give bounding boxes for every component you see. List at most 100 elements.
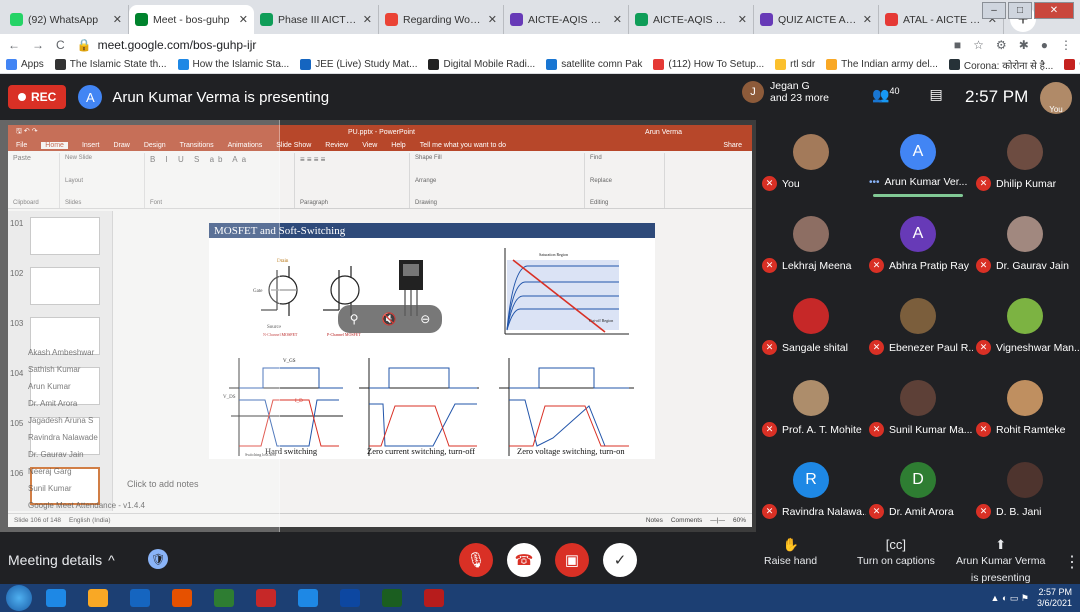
bookmark-item[interactable]: The Islamic State th... [54,59,167,70]
participant-avatar [900,380,936,416]
participants-summary[interactable]: J Jegan Gand 23 more [742,80,829,104]
browser-tab[interactable]: (92) WhatsApp ✕ [4,5,129,34]
extension-icon[interactable]: ⚙ [996,38,1007,52]
mute-presentation-icon[interactable]: 🔇 [382,312,397,326]
participant-tile[interactable]: R ✕ Ravindra Nalawa... [758,448,866,528]
url-field[interactable]: 🔒 meet.google.com/bos-guhp-ijr [77,38,942,52]
ribbon-tab[interactable]: Slide Show [276,142,311,149]
presenting-button[interactable]: ⬆ Arun Kumar Verma is presenting [956,538,1045,585]
close-window-button[interactable]: ✕ [1034,2,1074,19]
taskbar-app-button[interactable] [206,586,242,610]
tab-favicon-icon [510,13,523,26]
close-tab-icon[interactable]: ✕ [613,13,622,26]
close-tab-icon[interactable]: ✕ [113,13,122,26]
taskbar-app-button[interactable] [80,586,116,610]
remove-icon[interactable]: ⊖ [420,312,430,326]
browser-tab[interactable]: QUIZ AICTE AQIS on ✕ [754,5,879,34]
mic-off-button[interactable]: 🎙 [459,543,493,577]
bookmark-item[interactable]: (112) How To Setup... [653,59,764,70]
browser-tab[interactable]: AICTE-AQIS Sponsor ✕ [629,5,754,34]
close-tab-icon[interactable]: ✕ [239,13,248,26]
windows-taskbar: ▲ ◐ ▭ ⚑ 2:57 PM 3/6/2021 [0,584,1080,612]
bookmark-item[interactable]: Apps [6,59,44,70]
back-icon[interactable]: ← [8,38,20,52]
bookmark-item[interactable]: rtl sdr [775,59,815,70]
participant-tile[interactable]: ✕ Ebenezer Paul R... [865,284,973,364]
meeting-details-button[interactable]: Meeting details ^ [8,552,115,568]
ribbon-tab[interactable]: View [362,142,377,149]
participant-tile[interactable]: ✕ Prof. A. T. Mohite [758,366,864,446]
participant-tile[interactable]: ✕ Dhilip Kumar [972,120,1078,200]
browser-tab[interactable]: Meet - bos-guhp ✕ [129,5,254,34]
self-avatar[interactable]: You [1040,82,1072,114]
forward-icon[interactable]: → [32,38,44,52]
taskbar-app-button[interactable] [122,586,158,610]
chat-icon[interactable]: ▤ [929,86,942,104]
raise-hand-button[interactable]: ✋ Raise hand [764,538,817,568]
participant-tile[interactable]: ✕ Sunil Kumar Ma... [865,366,972,446]
notes-toggle[interactable]: Notes [646,517,663,524]
ribbon-tab[interactable]: Review [325,142,348,149]
bookmark-item[interactable]: satellite comn Pak [546,59,642,70]
taskbar-app-button[interactable] [416,586,452,610]
close-tab-icon[interactable]: ✕ [363,13,372,26]
pin-icon[interactable]: ⚲ [350,312,359,326]
bookmark-item[interactable]: How the Islamic Sta... [177,59,289,70]
puzzle-icon[interactable]: ✱ [1019,38,1029,52]
paragraph-controls[interactable]: ≡ ≡ ≡ ≡ [300,155,404,164]
taskbar-app-button[interactable] [290,586,326,610]
menu-icon[interactable]: ⋮ [1060,38,1072,52]
ribbon-tab[interactable]: Help [391,142,405,149]
camera-off-button[interactable]: ▣ [555,543,589,577]
star-icon[interactable]: ☆ [973,38,984,52]
taskbar-app-button[interactable] [164,586,200,610]
check-button[interactable]: ✓ [603,543,637,577]
reload-icon[interactable]: C [56,38,65,52]
zoom-slider[interactable]: —|— [710,517,725,524]
maximize-button[interactable]: □ [1008,2,1032,19]
bookmark-item[interactable]: Digital Mobile Radi... [428,59,535,70]
participant-tile[interactable]: A ••• Arun Kumar Ver... [865,120,971,200]
browser-tab[interactable]: Regarding Working ✕ [379,5,504,34]
shape-fill-button[interactable]: Shape Fill [415,155,579,161]
leave-call-button[interactable]: ☎ [507,543,541,577]
arrange-button[interactable]: Arrange [415,178,579,184]
taskbar-app-button[interactable] [374,586,410,610]
minimize-button[interactable]: – [982,2,1006,19]
taskbar-app-button[interactable] [248,586,284,610]
close-tab-icon[interactable]: ✕ [738,13,747,26]
people-icon[interactable]: 👥40 [872,86,899,104]
bookmark-item[interactable]: The Indian army del... [826,59,938,70]
bookmark-item[interactable]: JEE (Live) Study Mat... [300,59,417,70]
captions-button[interactable]: [cc] Turn on captions [857,538,935,568]
participant-tile[interactable]: ✕ Lekhraj Meena [758,202,864,282]
start-button[interactable] [6,585,32,611]
participant-tile[interactable]: D ✕ Dr. Amit Arora [865,448,971,528]
participant-tile[interactable]: ✕ Vigneshwar Man... [972,284,1080,364]
bookmark-item[interactable]: Corona: कोरोना से है... [948,58,1053,72]
bookmark-item[interactable]: Gmail [1064,59,1080,70]
participant-tile[interactable]: ✕ Sangale shital [758,284,864,364]
participant-tile[interactable]: ✕ D. B. Jani [972,448,1078,528]
comments-toggle[interactable]: Comments [671,517,702,524]
shield-icon[interactable]: 🛡 [148,549,168,569]
bookmark-label: satellite comn Pak [561,59,643,70]
participant-tile[interactable]: ✕ You [758,120,864,200]
participant-tile[interactable]: ✕ Rohit Ramteke [972,366,1078,446]
participant-tile[interactable]: ✕ Dr. Gaurav Jain [972,202,1078,282]
camera-icon[interactable]: ■ [954,38,961,52]
close-tab-icon[interactable]: ✕ [488,13,497,26]
taskbar-app-button[interactable] [38,586,74,610]
more-options-icon[interactable]: ⋮ [1064,552,1080,572]
tray-icons[interactable]: ▲ ◐ ▭ ⚑ [991,593,1029,604]
taskbar-app-button[interactable] [332,586,368,610]
ribbon-tab[interactable]: Share [723,142,742,149]
ribbon-tab[interactable]: Tell me what you want to do [420,142,506,149]
close-tab-icon[interactable]: ✕ [863,13,872,26]
browser-tab[interactable]: Phase III AICTE AQIS ✕ [254,5,379,34]
replace-button[interactable]: Replace [590,178,659,184]
participant-tile[interactable]: A ✕ Abhra Pratip Ray [865,202,971,282]
find-button[interactable]: Find [590,155,659,161]
browser-tab[interactable]: AICTE-AQIS Sponsor ✕ [504,5,629,34]
profile-avatar[interactable]: ● [1041,38,1048,52]
